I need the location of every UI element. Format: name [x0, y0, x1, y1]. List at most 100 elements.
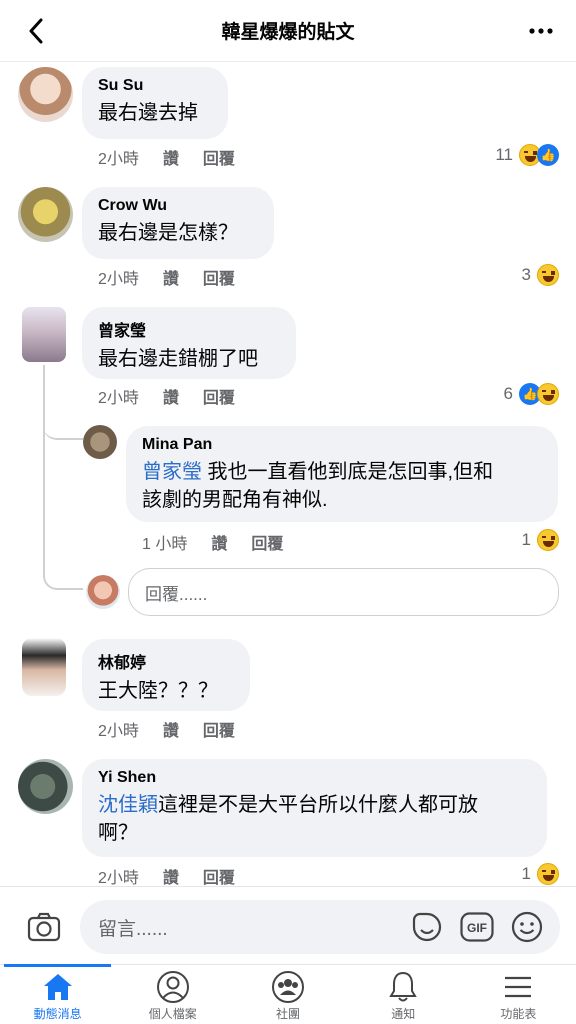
comment-time: 2小時	[98, 271, 139, 288]
comment-bubble: Crow Wu 最右邊是怎樣？	[82, 187, 274, 259]
haha-reaction-icon	[537, 529, 559, 551]
comment-composer: 留言...... GIF	[0, 886, 576, 964]
avatar[interactable]	[18, 187, 73, 242]
like-link[interactable]: 讚	[211, 530, 227, 554]
tab-groups[interactable]: 社團	[230, 965, 345, 1024]
tab-bar: 動態消息 個人檔案 社團 通知 功能表	[0, 964, 576, 1024]
comment-time: 2小時	[98, 390, 139, 407]
reaction-count: 11	[495, 145, 513, 164]
comment-time: 2小時	[98, 151, 139, 168]
reply-text: 曾家瑩 我也一直看他到底是怎回事,但和	[142, 458, 542, 486]
reply-input[interactable]: 回覆......	[128, 568, 559, 616]
reply-link[interactable]: 回覆	[203, 717, 235, 741]
commenter-name[interactable]: Su Su	[98, 77, 212, 95]
gif-icon[interactable]: GIF	[460, 910, 494, 944]
comment-bubble: 曾家瑩 最右邊走錯棚了吧	[82, 307, 296, 379]
tab-label: 動態消息	[33, 1007, 82, 1021]
like-link[interactable]: 讚	[163, 384, 179, 408]
camera-icon[interactable]	[26, 909, 62, 945]
reply-link[interactable]: 回覆	[203, 265, 235, 289]
reply-link[interactable]: 回覆	[203, 145, 235, 169]
bell-icon	[389, 971, 417, 1002]
comment-bubble: 林郁婷 王大陸？？？	[82, 639, 250, 711]
commenter-name[interactable]: 曾家瑩	[98, 317, 280, 341]
reply-link[interactable]: 回覆	[251, 530, 283, 554]
reply-text-line2: 該劇的男配角有神似.	[142, 489, 328, 511]
avatar[interactable]	[18, 67, 73, 122]
comment-bubble: Su Su 最右邊去掉	[82, 67, 228, 139]
reaction-summary[interactable]: 6 👍	[504, 383, 559, 405]
like-reaction-icon: 👍	[537, 144, 559, 166]
like-link[interactable]: 讚	[163, 265, 179, 289]
reaction-count: 6	[503, 384, 513, 403]
avatar	[86, 575, 120, 609]
comment-time: 2小時	[98, 723, 139, 740]
thread-line	[43, 395, 83, 440]
commenter-name[interactable]: Yi Shen	[98, 769, 531, 787]
header: 韓星爆爆的貼文	[0, 0, 576, 62]
comment-bubble: Yi Shen 沈佳穎這裡是不是大平台所以什麼人都可放 啊？	[82, 759, 547, 857]
reaction-summary[interactable]: 3	[522, 264, 559, 286]
reaction-summary[interactable]: 1	[522, 863, 559, 885]
tab-menu[interactable]: 功能表	[461, 965, 576, 1024]
reply-actions: 1 小時 讚 回覆	[142, 530, 283, 554]
reaction-count: 1	[521, 530, 531, 549]
groups-icon	[272, 971, 304, 1003]
tab-notifications[interactable]: 通知	[346, 965, 461, 1024]
comment-input[interactable]: 留言...... GIF	[80, 900, 560, 954]
emoji-icon[interactable]	[510, 910, 544, 944]
sticker-icon[interactable]	[410, 910, 444, 944]
comment-text-line2: 啊？	[98, 822, 138, 844]
haha-reaction-icon	[537, 863, 559, 885]
home-icon	[43, 974, 72, 1000]
mention-link[interactable]: 沈佳穎	[98, 794, 158, 816]
reply-link[interactable]: 回覆	[203, 864, 235, 888]
reaction-summary[interactable]: 11 👍	[495, 144, 559, 166]
commenter-name[interactable]: Crow Wu	[98, 197, 258, 215]
commenter-name[interactable]: Mina Pan	[142, 436, 542, 454]
tab-label: 功能表	[500, 1007, 537, 1021]
reply-text-line1: 我也一直看他到底是怎回事,但和	[202, 461, 494, 483]
menu-icon	[505, 976, 532, 998]
comment-input-placeholder: 留言......	[98, 918, 168, 940]
comment-actions: 2小時 讚 回覆	[98, 864, 235, 888]
tab-news-feed[interactable]: 動態消息	[0, 964, 115, 1024]
comment-actions: 2小時 讚 回覆	[98, 145, 235, 169]
comment-text: 王大陸？？？	[98, 680, 218, 702]
avatar[interactable]	[18, 759, 73, 814]
page-title: 韓星爆爆的貼文	[221, 22, 355, 43]
mention-link[interactable]: 曾家瑩	[142, 461, 202, 483]
comment-actions: 2小時 讚 回覆	[98, 265, 235, 289]
comment-text: 最右邊去掉	[98, 102, 198, 124]
more-options-icon[interactable]	[526, 18, 556, 44]
back-arrow-icon[interactable]	[22, 16, 50, 46]
svg-text:GIF: GIF	[467, 921, 487, 935]
reaction-summary[interactable]: 1	[522, 529, 559, 551]
comment-time: 2小時	[98, 870, 139, 887]
comment-actions: 2小時 讚 回覆	[98, 717, 235, 741]
commenter-name[interactable]: 林郁婷	[98, 649, 234, 673]
comment-text: 最右邊走錯棚了吧	[98, 348, 258, 370]
tab-label: 個人檔案	[148, 1007, 197, 1021]
comment-text-line1: 這裡是不是大平台所以什麼人都可放	[158, 794, 478, 816]
composer-icons: GIF	[410, 910, 544, 944]
avatar[interactable]	[22, 307, 66, 362]
haha-reaction-icon	[537, 264, 559, 286]
reaction-count: 1	[521, 864, 531, 883]
like-link[interactable]: 讚	[163, 717, 179, 741]
comment-actions: 2小時 讚 回覆	[98, 384, 235, 408]
tab-label: 通知	[391, 1007, 416, 1021]
profile-icon	[156, 971, 189, 1003]
comment-text: 沈佳穎這裡是不是大平台所以什麼人都可放	[98, 791, 531, 819]
reply-bubble: Mina Pan 曾家瑩 我也一直看他到底是怎回事,但和 該劇的男配角有神似.	[126, 426, 558, 522]
comment-text: 最右邊是怎樣？	[98, 222, 238, 244]
like-link[interactable]: 讚	[163, 145, 179, 169]
reaction-count: 3	[521, 265, 531, 284]
like-link[interactable]: 讚	[163, 864, 179, 888]
haha-reaction-icon	[537, 383, 559, 405]
reply-time: 1 小時	[142, 536, 188, 553]
avatar[interactable]	[83, 425, 117, 459]
reply-link[interactable]: 回覆	[203, 384, 235, 408]
tab-profile[interactable]: 個人檔案	[115, 965, 230, 1024]
avatar[interactable]	[22, 638, 66, 696]
